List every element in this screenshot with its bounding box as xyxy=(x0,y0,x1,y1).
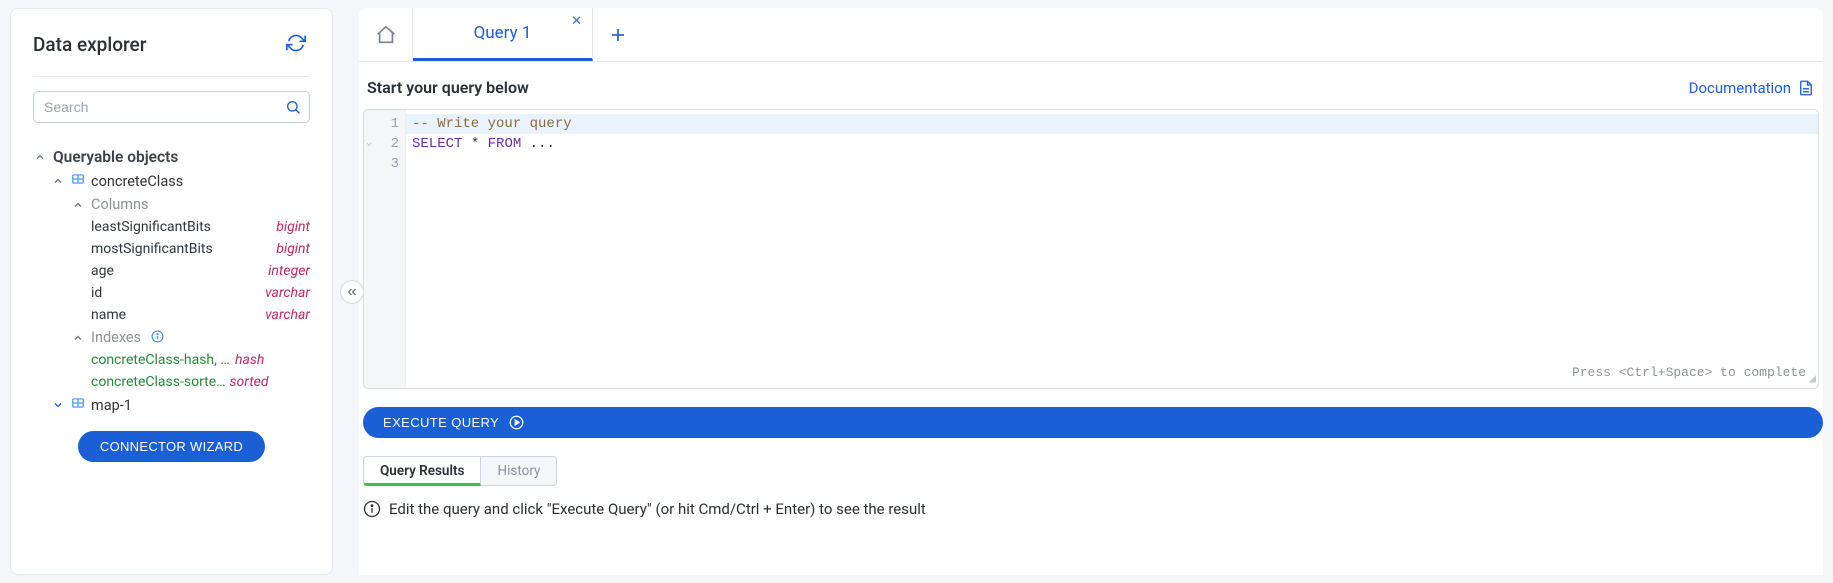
chevron-right-icon xyxy=(51,399,65,411)
tab-bar: Query 1 ✕ xyxy=(359,8,1823,62)
tab-query-1[interactable]: Query 1 ✕ xyxy=(413,8,593,61)
column-row[interactable]: mostSignificantBitsbigint xyxy=(33,238,310,260)
object-tree: Queryable objects concreteClass Columns … xyxy=(33,145,310,417)
fold-icon[interactable]: ⌄ xyxy=(366,134,372,154)
refresh-button[interactable] xyxy=(282,29,310,60)
add-tab-button[interactable] xyxy=(593,8,643,61)
chevron-down-icon xyxy=(33,151,47,163)
object-name: concreteClass xyxy=(91,173,183,190)
column-row[interactable]: idvarchar xyxy=(33,282,310,304)
query-header: Start your query below xyxy=(367,78,529,97)
result-tabs: Query Results History xyxy=(363,456,1823,486)
editor-hint: Press <Ctrl+Space> to complete xyxy=(1572,365,1806,380)
code-area[interactable]: -- Write your query SELECT * FROM ... xyxy=(406,110,1818,388)
chevron-down-icon xyxy=(71,199,85,211)
index-row[interactable]: concreteClass-sorte…sorted xyxy=(33,371,310,393)
search-input-wrap[interactable] xyxy=(33,91,310,123)
object-node-map-1[interactable]: map-1 xyxy=(33,393,310,417)
play-icon xyxy=(509,415,524,430)
chevron-down-icon xyxy=(71,332,85,344)
search-icon xyxy=(285,99,301,115)
home-tab[interactable] xyxy=(359,8,413,61)
execute-query-button[interactable]: EXECUTE QUERY xyxy=(363,407,1823,438)
indexes-node[interactable]: Indexes xyxy=(33,326,310,349)
object-name: map-1 xyxy=(91,397,132,414)
columns-node[interactable]: Columns xyxy=(33,193,310,216)
info-icon xyxy=(363,500,381,518)
home-icon xyxy=(375,24,397,46)
tab-label: Query 1 xyxy=(474,23,532,43)
tab-query-results[interactable]: Query Results xyxy=(363,456,481,486)
chevron-down-icon xyxy=(51,175,65,187)
column-row[interactable]: leastSignificantBitsbigint xyxy=(33,216,310,238)
data-explorer-sidebar: Data explorer Queryable objects xyxy=(10,8,333,575)
chevron-left-double-icon xyxy=(345,285,359,299)
index-row[interactable]: concreteClass-hash, n…hash xyxy=(33,349,310,371)
queryable-objects-node[interactable]: Queryable objects xyxy=(33,145,310,169)
table-icon xyxy=(71,172,85,190)
document-icon xyxy=(1797,79,1815,97)
refresh-icon xyxy=(286,33,306,53)
object-node-concreteClass[interactable]: concreteClass xyxy=(33,169,310,193)
sidebar-title: Data explorer xyxy=(33,33,146,56)
search-input[interactable] xyxy=(42,96,285,118)
close-icon[interactable]: ✕ xyxy=(571,14,582,29)
results-placeholder: Edit the query and click "Execute Query"… xyxy=(363,500,1823,518)
table-icon xyxy=(71,396,85,414)
sidebar-collapse-handle[interactable] xyxy=(340,280,364,304)
documentation-link[interactable]: Documentation xyxy=(1689,79,1815,97)
column-row[interactable]: ageinteger xyxy=(33,260,310,282)
indexes-label: Indexes xyxy=(91,329,141,346)
queryable-objects-label: Queryable objects xyxy=(53,148,178,166)
tab-history[interactable]: History xyxy=(481,456,557,486)
columns-label: Columns xyxy=(91,196,148,213)
info-icon[interactable] xyxy=(151,330,164,346)
editor-gutter: 1 ⌄2 3 xyxy=(364,110,406,388)
column-row[interactable]: namevarchar xyxy=(33,304,310,326)
plus-icon xyxy=(609,26,627,44)
resize-handle[interactable]: ◢ xyxy=(1809,371,1816,386)
connector-wizard-button[interactable]: CONNECTOR WIZARD xyxy=(78,431,265,462)
code-editor[interactable]: 1 ⌄2 3 -- Write your query SELECT * FROM… xyxy=(363,109,1819,389)
main-panel: Query 1 ✕ Start your query below Documen… xyxy=(359,8,1823,575)
